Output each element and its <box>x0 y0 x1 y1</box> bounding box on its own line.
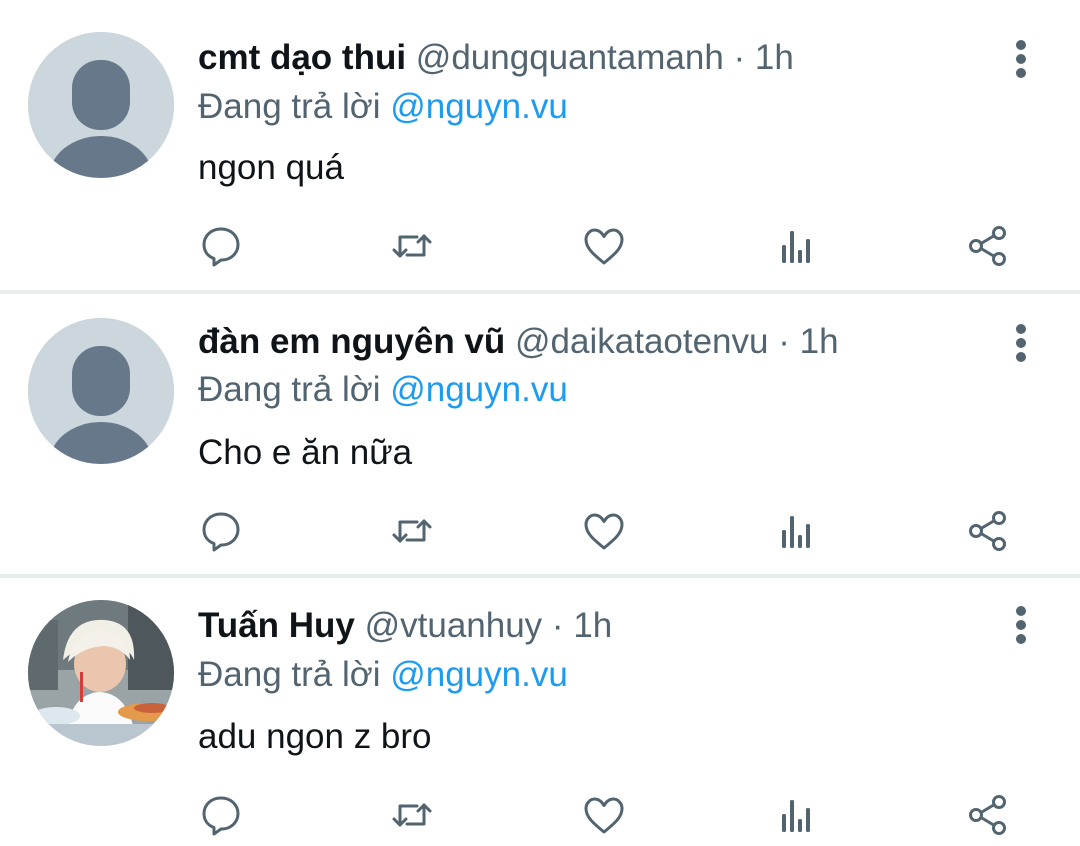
timestamp[interactable]: 1h <box>573 606 612 645</box>
profile-photo-icon <box>28 600 174 746</box>
retweet-button[interactable] <box>382 216 442 276</box>
tweet[interactable]: cmt dạo thui @dungquantamanh · 1h Đang t… <box>0 0 1080 290</box>
views-button[interactable] <box>766 501 826 561</box>
more-options-button[interactable] <box>1004 600 1038 650</box>
retweet-icon <box>392 519 432 543</box>
retweet-button[interactable] <box>382 785 442 845</box>
more-icon <box>1016 606 1026 616</box>
timestamp[interactable]: 1h <box>755 38 794 77</box>
replying-to-label: Đang trả lời <box>198 370 381 409</box>
share-icon <box>969 795 1006 835</box>
separator-dot: · <box>551 606 564 645</box>
user-handle[interactable]: @vtuanhuy <box>365 606 543 645</box>
replying-to-line: Đang trả lời @nguyn.vu <box>198 653 568 697</box>
more-options-button[interactable] <box>1004 318 1038 368</box>
replying-to-label: Đang trả lời <box>198 87 381 126</box>
tweet-header: cmt dạo thui @dungquantamanh · 1h <box>198 36 794 80</box>
avatar[interactable] <box>28 32 174 178</box>
more-options-button[interactable] <box>1004 34 1038 84</box>
display-name[interactable]: cmt dạo thui <box>198 38 406 77</box>
share-button[interactable] <box>958 785 1018 845</box>
views-button[interactable] <box>766 216 826 276</box>
more-icon <box>1016 324 1026 334</box>
views-icon <box>782 516 810 548</box>
avatar[interactable] <box>28 600 174 746</box>
reply-button[interactable] <box>191 785 251 845</box>
user-handle[interactable]: @dungquantamanh <box>416 38 724 77</box>
reply-mention-link[interactable]: @nguyn.vu <box>390 370 568 409</box>
views-icon <box>782 800 810 832</box>
views-icon <box>782 231 810 263</box>
like-button[interactable] <box>574 785 634 845</box>
retweet-button[interactable] <box>382 501 442 561</box>
like-button[interactable] <box>574 501 634 561</box>
views-button[interactable] <box>766 785 826 845</box>
tweet-header: đàn em nguyên vũ @daikataotenvu · 1h <box>198 320 839 364</box>
more-icon-dot <box>1016 338 1026 348</box>
retweet-icon <box>392 234 432 258</box>
avatar[interactable] <box>28 318 174 464</box>
separator-dot: · <box>778 322 790 361</box>
like-icon <box>584 228 624 265</box>
replying-to-label: Đang trả lời <box>198 655 381 694</box>
more-icon-dot <box>1016 634 1026 644</box>
more-icon <box>1016 40 1026 50</box>
tweet[interactable]: Tuấn Huy @vtuanhuy · 1h Đang trả lời @ng… <box>0 578 1080 846</box>
action-bar <box>0 216 1080 276</box>
separator-dot: · <box>733 38 746 77</box>
display-name[interactable]: đàn em nguyên vũ <box>198 322 505 361</box>
more-icon-dot <box>1016 68 1026 78</box>
reply-icon <box>202 512 240 552</box>
tweet[interactable]: đàn em nguyên vũ @daikataotenvu · 1h Đan… <box>0 294 1080 574</box>
action-bar <box>0 501 1080 561</box>
display-name[interactable]: Tuấn Huy <box>198 606 355 645</box>
reply-icon <box>202 796 240 836</box>
more-icon-dot <box>1016 620 1026 630</box>
action-bar <box>0 785 1080 845</box>
reply-button[interactable] <box>191 501 251 561</box>
more-icon-dot <box>1016 54 1026 64</box>
like-icon <box>584 513 624 550</box>
user-handle[interactable]: @daikataotenvu <box>515 322 768 361</box>
tweet-text: Cho e ăn nữa <box>198 433 413 472</box>
tweet-header: Tuấn Huy @vtuanhuy · 1h <box>198 604 612 648</box>
like-button[interactable] <box>574 216 634 276</box>
reply-feed: cmt dạo thui @dungquantamanh · 1h Đang t… <box>0 0 1080 846</box>
more-icon-dot <box>1016 352 1026 362</box>
reply-icon <box>202 227 240 267</box>
replying-to-line: Đang trả lời @nguyn.vu <box>198 368 568 412</box>
reply-mention-link[interactable]: @nguyn.vu <box>390 87 568 126</box>
share-button[interactable] <box>958 216 1018 276</box>
share-icon <box>969 511 1006 551</box>
reply-button[interactable] <box>191 216 251 276</box>
timestamp[interactable]: 1h <box>800 322 839 361</box>
like-icon <box>584 797 624 834</box>
share-button[interactable] <box>958 501 1018 561</box>
tweet-text: ngon quá <box>198 148 344 187</box>
retweet-icon <box>392 803 432 827</box>
default-avatar-icon <box>28 318 174 464</box>
replying-to-line: Đang trả lời @nguyn.vu <box>198 85 568 129</box>
default-avatar-icon <box>28 32 174 178</box>
share-icon <box>969 226 1006 266</box>
reply-mention-link[interactable]: @nguyn.vu <box>390 655 568 694</box>
tweet-text: adu ngon z bro <box>198 717 432 756</box>
